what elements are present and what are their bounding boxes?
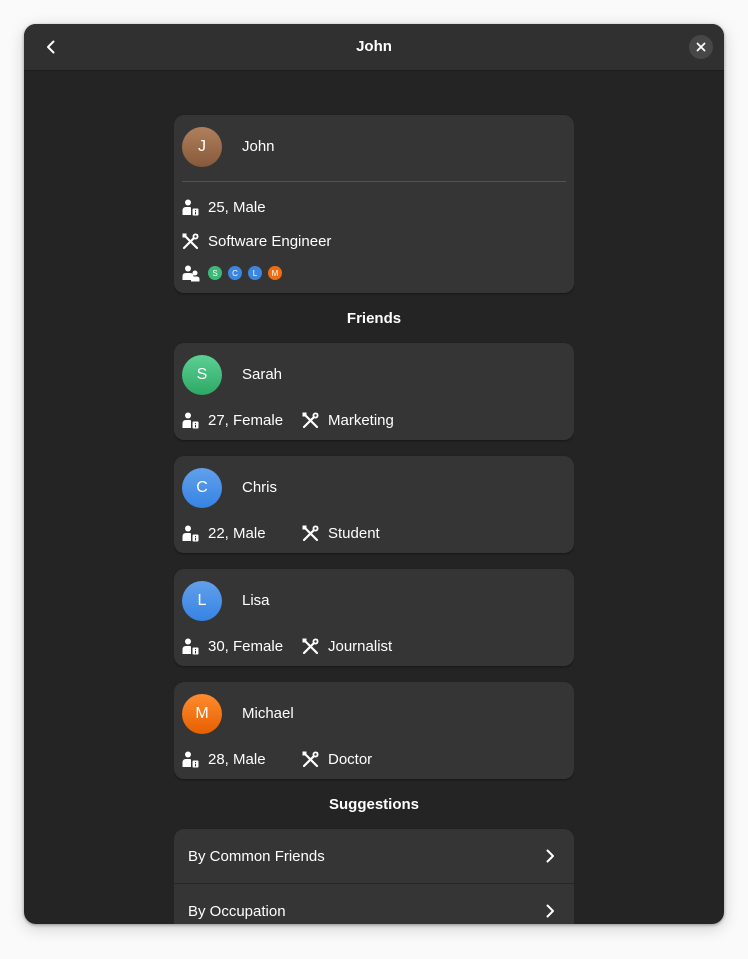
profile-card: J John 25, Male Software Engineer S C L … [174, 115, 574, 293]
profile-name: John [242, 138, 275, 155]
avatar: J [182, 127, 222, 167]
header-bar: John [24, 24, 724, 71]
tools-icon [182, 233, 199, 249]
suggestion-common-friends[interactable]: By Common Friends [174, 829, 574, 883]
friend-age-gender: 22, Male [208, 524, 266, 542]
suggestion-label: By Common Friends [188, 847, 325, 865]
suggestions-heading: Suggestions [328, 796, 419, 813]
person-info-icon [182, 751, 199, 767]
content-scroll-area[interactable]: J John 25, Male Software Engineer S C L … [174, 70, 574, 924]
friend-card-lisa[interactable]: L Lisa 30, Female Journalist [174, 569, 574, 666]
window-title: John [356, 38, 392, 55]
friend-card-chris[interactable]: C Chris 22, Male Student [174, 456, 574, 553]
avatar: M [182, 694, 222, 734]
person-info-icon [182, 199, 199, 215]
friend-age-gender: 30, Female [208, 637, 284, 655]
friend-age-gender-row: 22, Male [182, 523, 266, 543]
chevron-right-icon [546, 849, 554, 863]
friend-age-gender: 28, Male [208, 750, 266, 768]
person-info-icon [182, 638, 199, 654]
suggestion-label: By Occupation [188, 902, 286, 920]
friends-heading: Friends [346, 310, 402, 327]
friend-occupation: Marketing [328, 411, 394, 429]
avatar-initial: S [196, 366, 208, 383]
mini-avatar-c: C [228, 266, 242, 280]
tools-icon [302, 638, 319, 654]
tools-icon [302, 412, 319, 428]
person-info-icon [182, 412, 199, 428]
friend-occupation-row: Student [302, 523, 380, 543]
profile-age-gender-row: 25, Male [182, 197, 266, 217]
friend-avatars: S C L M [208, 266, 288, 280]
mini-avatar-l: L [248, 266, 262, 280]
avatar-initial: C [196, 479, 208, 496]
app-window: John J John 25, Male Software Engineer S… [24, 24, 724, 924]
friend-occupation: Student [328, 524, 380, 542]
friend-name: Michael [242, 705, 294, 722]
suggestion-occupation[interactable]: By Occupation [174, 884, 574, 924]
profile-age-gender: 25, Male [208, 198, 266, 216]
close-icon [696, 42, 706, 52]
friend-name: Chris [242, 479, 278, 496]
back-button[interactable] [36, 32, 66, 62]
friend-occupation-row: Doctor [302, 749, 372, 769]
chevron-right-icon [546, 904, 554, 918]
friend-age-gender-row: 27, Female [182, 410, 283, 430]
avatar-initial: M [195, 705, 209, 722]
friend-age-gender: 27, Female [208, 411, 284, 429]
friend-age-gender-row: 28, Male [182, 749, 266, 769]
avatar-initial: L [197, 592, 207, 609]
friend-occupation: Journalist [328, 637, 393, 655]
friend-card-michael[interactable]: M Michael 28, Male Doctor [174, 682, 574, 779]
people-icon [182, 265, 200, 281]
friend-name: Sarah [242, 366, 283, 383]
person-info-icon [182, 525, 199, 541]
suggestions-list: By Common Friends By Occupation [174, 829, 574, 924]
profile-occupation-row: Software Engineer [182, 231, 331, 251]
friend-occupation: Doctor [328, 750, 373, 768]
avatar: S [182, 355, 222, 395]
avatar: C [182, 468, 222, 508]
friend-card-sarah[interactable]: S Sarah 27, Female Marketing [174, 343, 574, 440]
avatar-initial: J [198, 138, 206, 155]
friend-name: Lisa [242, 592, 270, 609]
friend-age-gender-row: 30, Female [182, 636, 283, 656]
mini-avatar-m: M [268, 266, 282, 280]
friend-occupation-row: Marketing [302, 410, 394, 430]
friend-occupation-row: Journalist [302, 636, 392, 656]
avatar: L [182, 581, 222, 621]
profile-separator [182, 181, 566, 182]
profile-occupation: Software Engineer [208, 232, 332, 250]
tools-icon [302, 751, 319, 767]
mini-avatar-s: S [208, 266, 222, 280]
tools-icon [302, 525, 319, 541]
close-button[interactable] [689, 35, 713, 59]
back-arrow-icon [47, 40, 55, 54]
profile-friends-row: S C L M [182, 263, 288, 283]
